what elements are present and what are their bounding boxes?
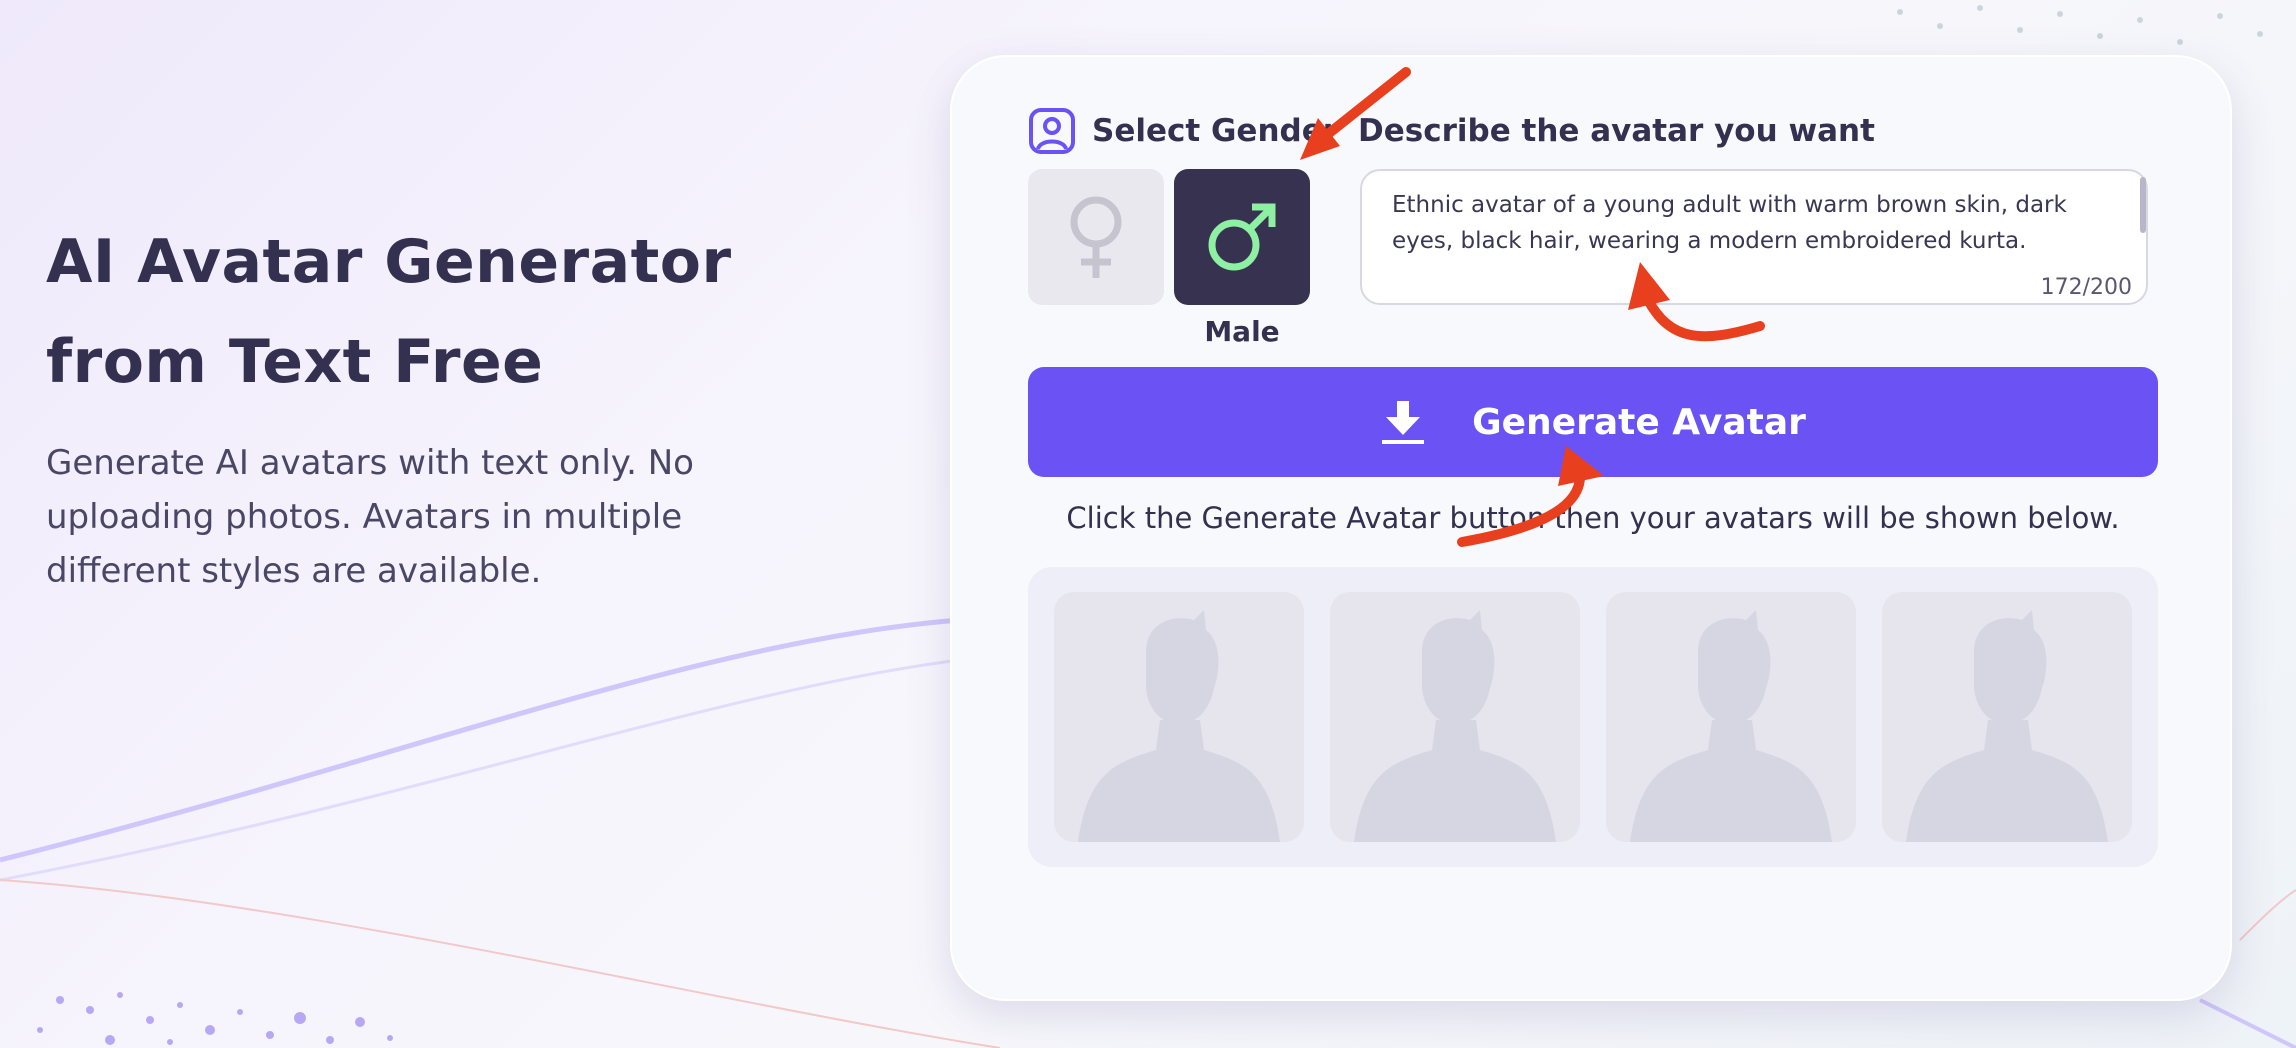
avatar-result-slot [1054,592,1304,842]
avatar-placeholder-icon [1078,610,1280,842]
generate-avatar-label: Generate Avatar [1472,401,1806,443]
hero-title: AI Avatar Generator from Text Free [46,212,946,412]
hero-title-line1: AI Avatar Generator [46,227,732,297]
male-option[interactable] [1174,169,1310,305]
hero-section: AI Avatar Generator from Text Free Gener… [46,212,946,598]
generate-hint-text: Click the Generate Avatar button then yo… [1066,501,2120,535]
avatar-result-slot [1330,592,1580,842]
hero-description: Generate AI avatars with text only. No u… [46,443,694,591]
hero-title-line2: from Text Free [46,327,544,397]
select-gender-label: Select Gender [1028,105,1338,157]
generate-avatar-button[interactable]: Generate Avatar [1028,367,2158,477]
avatar-results-gallery [1028,567,2158,867]
avatar-placeholder-icon [1630,610,1832,842]
avatar-result-slot [1882,592,2132,842]
download-icon [1382,401,1425,444]
character-count: 172/200 [2040,275,2132,300]
female-symbol-icon [1070,196,1122,278]
female-option[interactable] [1028,169,1164,305]
avatar-placeholder-icon [1354,610,1556,842]
user-square-icon [1029,108,1075,154]
avatar-generator-card: Select Gender Describe the avatar you wa… [950,55,2232,1001]
selected-gender-caption: Male [1204,315,1280,348]
avatar-placeholder-icon [1906,610,2108,842]
male-symbol-icon [1208,203,1276,271]
textarea-scrollbar[interactable] [2140,177,2146,233]
select-gender-text: Select Gender [1092,113,1339,149]
avatar-result-slot [1606,592,1856,842]
describe-avatar-label: Describe the avatar you want [1358,113,1875,149]
